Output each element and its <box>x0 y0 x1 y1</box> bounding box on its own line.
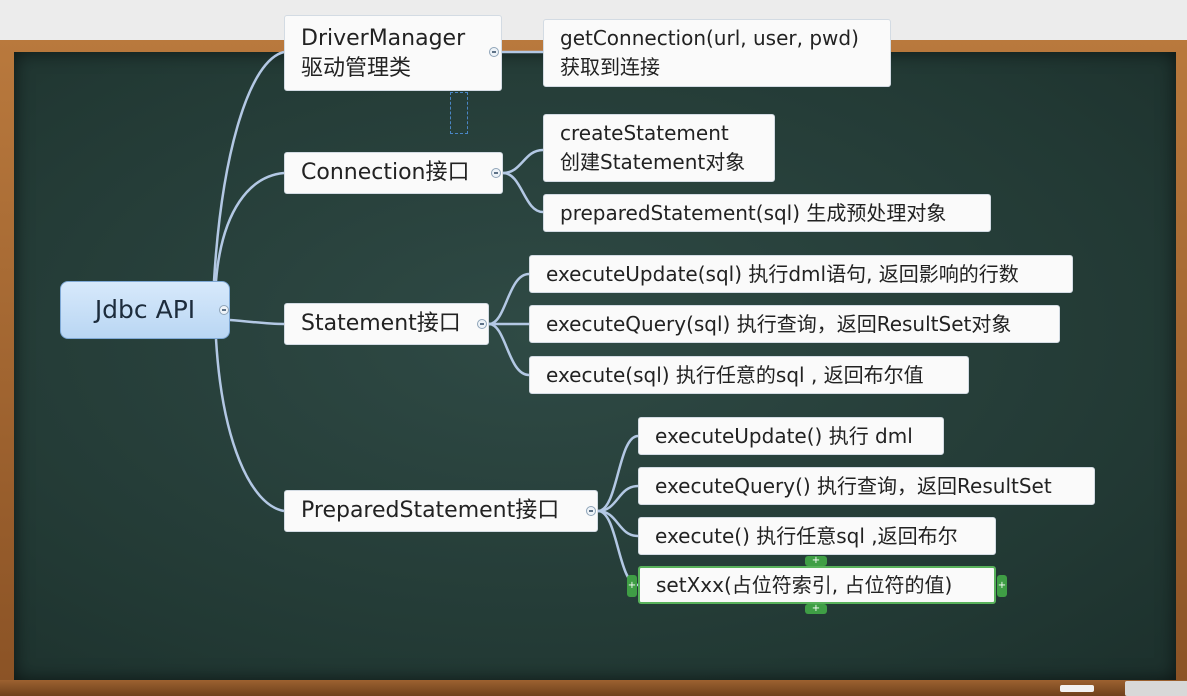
topic-prepared-setxxx[interactable]: setXxx(占位符索引, 占位符的值) <box>638 566 996 604</box>
statement-collapse-icon[interactable] <box>477 319 487 329</box>
connection-label: Connection接口 <box>301 160 470 185</box>
connector-statement-update <box>488 272 530 326</box>
topic-create-statement[interactable]: createStatement 创建Statement对象 <box>543 114 775 182</box>
branch-connection[interactable]: Connection接口 <box>284 152 503 194</box>
statement-execute-query-label: executeQuery(sql) 执行查询，返回ResultSet对象 <box>546 312 1012 336</box>
topic-get-connection[interactable]: getConnection(url, user, pwd) 获取到连接 <box>543 19 891 87</box>
branch-driver-manager[interactable]: DriverManager 驱动管理类 <box>284 15 502 91</box>
driver-manager-subtitle: 驱动管理类 <box>301 56 412 81</box>
topic-prepared-execute[interactable]: execute() 执行任意sql ,返回布尔 <box>638 517 996 555</box>
topic-statement-execute-update[interactable]: executeUpdate(sql) 执行dml语句, 返回影响的行数 <box>529 255 1073 293</box>
connector-root-connection <box>214 171 285 282</box>
get-connection-line1: getConnection(url, user, pwd) <box>560 26 859 50</box>
statement-execute-label: execute(sql) 执行任意的sql , 返回布尔值 <box>546 363 924 387</box>
prepared-execute-query-label: executeQuery() 执行查询，返回ResultSet <box>655 474 1052 498</box>
prepared-statement-method-label: preparedStatement(sql) 生成预处理对象 <box>560 201 947 225</box>
branch-prepared-statement[interactable]: PreparedStatement接口 <box>284 490 598 532</box>
connector-connection-prepared <box>502 171 544 214</box>
statement-execute-update-label: executeUpdate(sql) 执行dml语句, 返回影响的行数 <box>546 262 1019 286</box>
root-collapse-icon[interactable] <box>219 305 229 315</box>
connector-statement-execute <box>488 322 530 377</box>
branch-statement[interactable]: Statement接口 <box>284 303 489 345</box>
connector-root-driver <box>212 50 285 282</box>
topic-prepared-execute-update[interactable]: executeUpdate() 执行 dml <box>638 417 944 455</box>
topic-prepared-statement-method[interactable]: preparedStatement(sql) 生成预处理对象 <box>543 194 991 232</box>
prepared-statement-collapse-icon[interactable] <box>586 506 596 516</box>
add-topic-below-icon[interactable]: + <box>805 604 827 614</box>
connector-connection-create <box>502 148 544 175</box>
add-topic-above-icon[interactable]: + <box>805 556 827 566</box>
prepared-statement-label: PreparedStatement接口 <box>301 498 560 523</box>
prepared-setxxx-label: setXxx(占位符索引, 占位符的值) <box>656 573 953 597</box>
root-topic-label: Jdbc API <box>94 295 196 324</box>
connection-collapse-icon[interactable] <box>491 168 501 178</box>
topic-statement-execute[interactable]: execute(sql) 执行任意的sql , 返回布尔值 <box>529 356 969 394</box>
create-statement-line1: createStatement <box>560 121 729 145</box>
driver-manager-title: DriverManager <box>301 26 466 51</box>
connector-lines <box>212 50 639 587</box>
connector-root-prepared <box>214 338 285 513</box>
add-topic-right-icon[interactable]: + <box>997 575 1007 597</box>
prepared-execute-update-label: executeUpdate() 执行 dml <box>655 424 913 448</box>
root-topic-jdbc-api[interactable]: Jdbc API <box>60 281 230 339</box>
topic-statement-execute-query[interactable]: executeQuery(sql) 执行查询，返回ResultSet对象 <box>529 305 1060 343</box>
drop-position-guide <box>450 92 468 134</box>
connector-root-statement <box>229 318 285 326</box>
add-topic-left-icon[interactable]: + <box>627 575 637 597</box>
statement-label: Statement接口 <box>301 311 461 336</box>
topic-prepared-execute-query[interactable]: executeQuery() 执行查询，返回ResultSet <box>638 467 1095 505</box>
create-statement-line2: 创建Statement对象 <box>560 150 746 174</box>
driver-manager-collapse-icon[interactable] <box>489 47 499 57</box>
get-connection-line2: 获取到连接 <box>560 55 660 79</box>
prepared-execute-label: execute() 执行任意sql ,返回布尔 <box>655 524 958 548</box>
